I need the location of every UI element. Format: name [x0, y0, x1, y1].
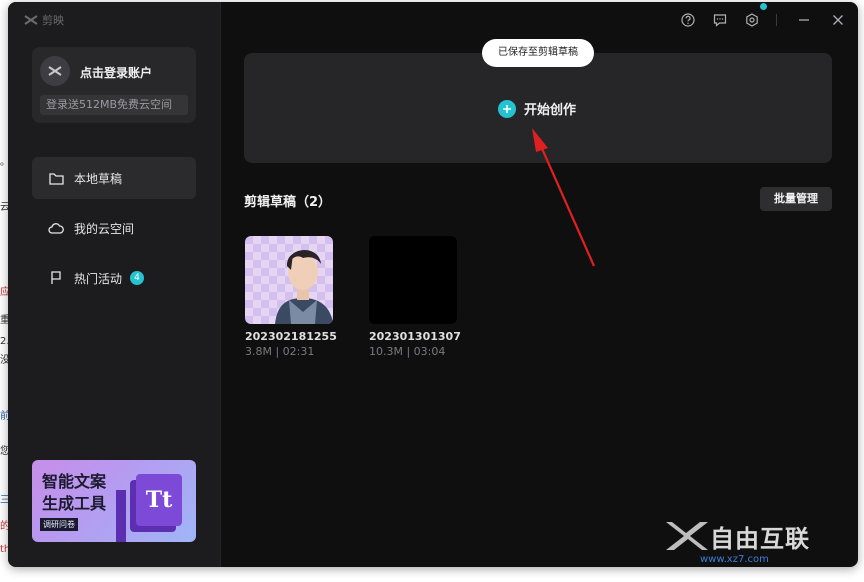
watermark-url: www.xz7.com — [700, 554, 769, 565]
bg-text: th — [0, 544, 11, 555]
bg-text: 重 — [0, 315, 10, 326]
bg-text: 没 — [0, 355, 10, 366]
bg-text: 应 — [0, 287, 10, 298]
bg-text: 。 — [0, 157, 10, 168]
bg-text: 前 — [0, 411, 10, 422]
watermark: 自由互联 — [664, 518, 810, 554]
bg-text: 2. — [0, 336, 10, 347]
app-window: 剪映 点击登录账户 登录送512MB免费云空间 本地草稿 我的云空间 热门活动 … — [8, 2, 858, 567]
watermark-text: 自由互联 — [710, 524, 810, 553]
annotation-arrow-icon — [532, 128, 596, 267]
bg-text: 的 — [0, 521, 10, 532]
bg-text: 三 — [0, 495, 10, 506]
watermark-logo-icon — [666, 522, 708, 550]
bg-text: 您 — [0, 446, 10, 457]
bg-text: 云 — [0, 202, 10, 213]
